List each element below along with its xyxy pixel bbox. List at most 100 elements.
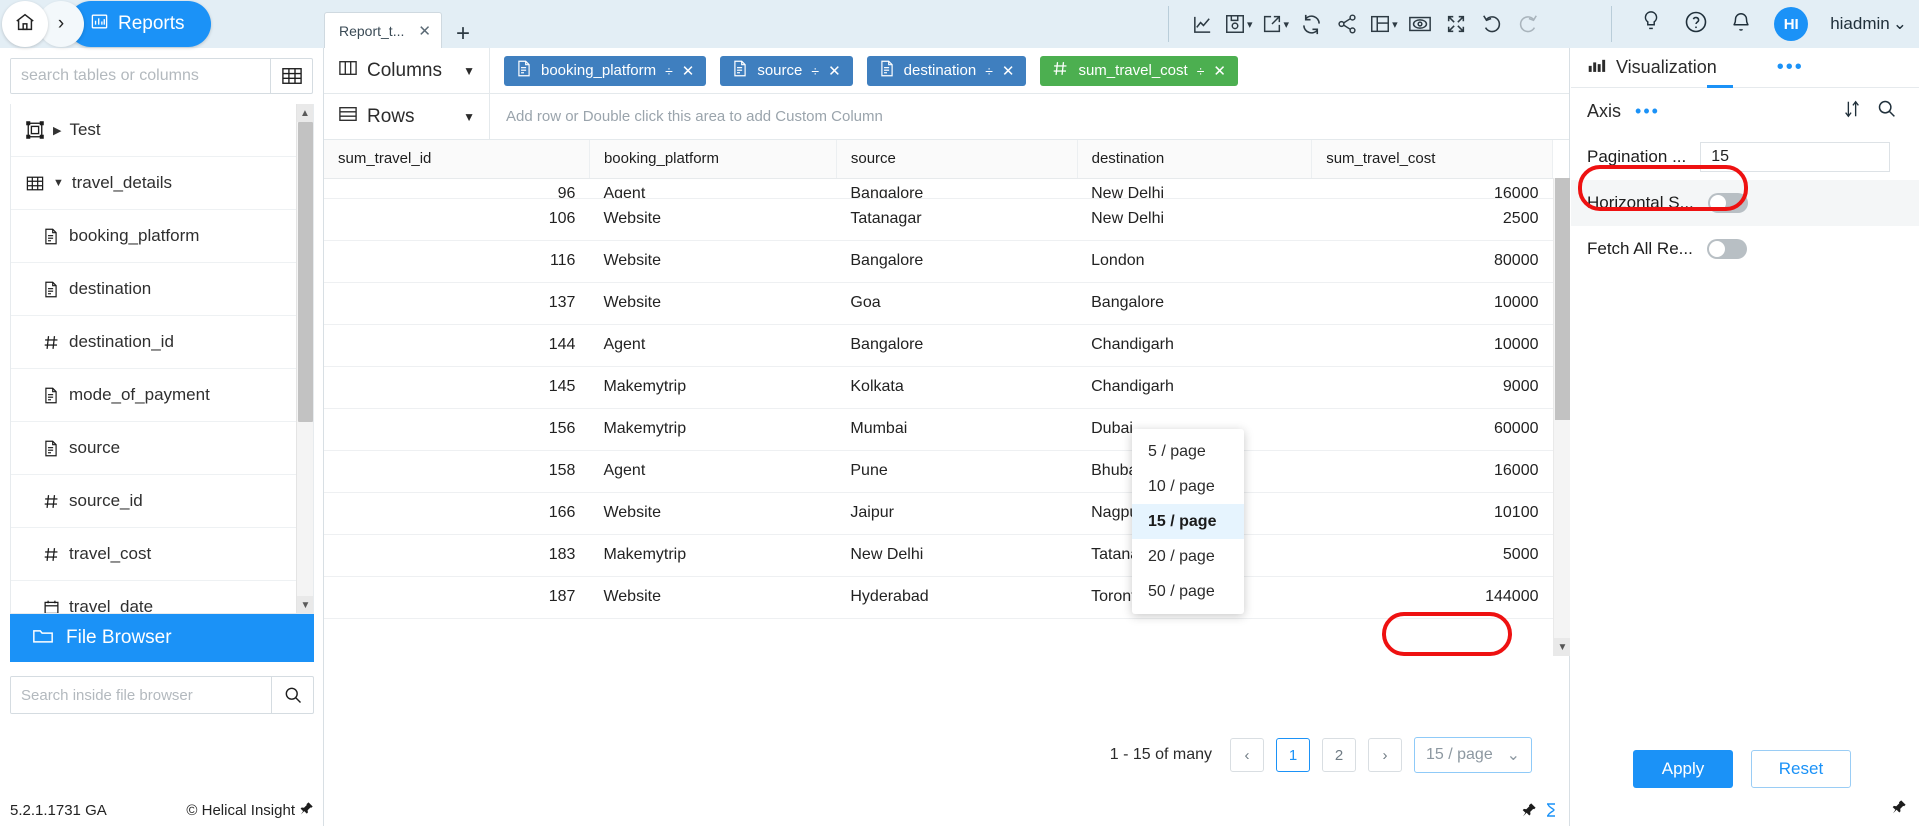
page-size-value: 15 / page (1426, 746, 1493, 763)
column-chip-sum_travel_cost[interactable]: sum_travel_cost ÷ ✕ (1040, 55, 1238, 86)
lightbulb-icon[interactable] (1640, 10, 1662, 39)
column-header-sum_travel_id[interactable]: sum_travel_id (324, 140, 590, 179)
tree-item-mode_of_payment[interactable]: mode_of_payment (11, 369, 313, 422)
tree-twisty-icon[interactable]: ▼ (53, 177, 64, 189)
tree-twisty-icon[interactable]: ▶ (53, 124, 61, 137)
aggregate-icon[interactable]: ÷ (985, 63, 993, 79)
page-size-select[interactable]: 15 / page ⌄ (1414, 737, 1532, 773)
breadcrumb-item-reports[interactable]: Reports (68, 1, 211, 47)
column-chip-booking_platform[interactable]: booking_platform ÷ ✕ (504, 55, 707, 86)
save-icon[interactable]: ▾ (1221, 4, 1256, 44)
page-size-option-50[interactable]: 50 / page (1132, 574, 1244, 609)
tree-item-travel_details[interactable]: ▼ travel_details (11, 157, 313, 210)
user-menu[interactable]: hiadmin ⌄ (1830, 14, 1907, 34)
file-browser-search-input[interactable] (11, 677, 271, 713)
search-icon[interactable] (1876, 98, 1897, 124)
prev-page-button[interactable]: ‹ (1230, 738, 1264, 772)
grid-vertical-scrollbar[interactable]: ▼ (1553, 178, 1570, 656)
pin-icon[interactable] (299, 801, 314, 820)
table-cell: Pune (836, 450, 1078, 493)
close-icon[interactable]: ✕ (682, 62, 695, 80)
axis-more-button[interactable]: ••• (1635, 101, 1660, 122)
close-icon[interactable]: ✕ (828, 62, 841, 80)
table-cell: Website (589, 282, 837, 325)
rows-shelf-label[interactable]: Rows ▼ (332, 93, 490, 140)
scroll-down-icon[interactable]: ▼ (1554, 638, 1570, 656)
scrollbar-thumb[interactable] (298, 122, 313, 422)
column-chip-destination[interactable]: destination ÷ ✕ (866, 55, 1027, 86)
page-size-dropdown-menu[interactable]: 5 / page 10 / page 15 / page 20 / page 50 / … (1132, 429, 1244, 614)
search-tables-input[interactable] (11, 59, 270, 93)
column-header-booking_platform[interactable]: booking_platform (589, 140, 837, 179)
tree-item-travel_cost[interactable]: travel_cost (11, 528, 313, 581)
chevron-down-icon[interactable]: ▼ (463, 110, 475, 124)
tree-scrollbar[interactable]: ▲ ▼ (296, 104, 313, 613)
notification-icon[interactable] (1730, 10, 1752, 39)
table-grid-icon[interactable] (270, 59, 312, 93)
chevron-down-icon[interactable]: ▼ (463, 64, 475, 78)
table-cell: 10100 (1311, 492, 1553, 535)
horizontal-scroll-toggle[interactable] (1707, 193, 1748, 213)
page-button-2[interactable]: 2 (1322, 738, 1356, 772)
scroll-up-icon[interactable]: ▲ (297, 104, 313, 122)
aggregate-icon[interactable]: ÷ (811, 63, 819, 79)
fetch-all-toggle[interactable] (1706, 239, 1747, 259)
page-button-1[interactable]: 1 (1276, 738, 1310, 772)
table-row: 116 Website Bangalore London 80000 (324, 240, 1553, 283)
scrollbar-thumb[interactable] (1555, 178, 1570, 420)
scroll-down-icon[interactable]: ▼ (297, 596, 313, 613)
tree-item-Test[interactable]: ▶ Test (11, 104, 313, 157)
table-cell: Website (589, 198, 837, 241)
layout-icon[interactable]: ▾ (1366, 4, 1401, 44)
page-size-option-15[interactable]: 15 / page (1132, 504, 1244, 539)
columns-shelf-label[interactable]: Columns ▼ (332, 47, 490, 94)
avatar[interactable]: HI (1774, 7, 1809, 41)
rows-drop-area[interactable]: Add row or Double click this area to add… (490, 108, 883, 125)
sort-icon[interactable] (1842, 99, 1862, 124)
column-header-sum_travel_cost[interactable]: sum_travel_cost (1311, 140, 1553, 179)
export-icon[interactable]: ▾ (1258, 4, 1293, 44)
close-icon[interactable]: ✕ (1213, 62, 1226, 80)
pin-icon[interactable] (1891, 799, 1907, 820)
tree-item-destination_id[interactable]: destination_id (11, 316, 313, 369)
column-chip-source[interactable]: source ÷ ✕ (720, 55, 853, 86)
tree-item-source_id[interactable]: source_id (11, 475, 313, 528)
tree-item-destination[interactable]: destination (11, 263, 313, 316)
visualization-more-button[interactable]: ••• (1777, 56, 1804, 79)
undo-icon[interactable] (1475, 4, 1509, 44)
close-icon[interactable]: ✕ (418, 22, 431, 40)
fullscreen-icon[interactable] (1439, 4, 1473, 44)
tree-item-travel_date[interactable]: travel_date (11, 581, 313, 613)
home-button[interactable] (2, 1, 48, 47)
preview-icon[interactable] (1403, 4, 1437, 44)
help-icon[interactable] (1684, 10, 1708, 39)
apply-button[interactable]: Apply (1633, 750, 1733, 788)
pagination-size-input[interactable] (1700, 142, 1891, 172)
add-tab-button[interactable]: + (456, 20, 470, 48)
copyright-label: © Helical Insight (186, 802, 295, 819)
redo-icon[interactable] (1511, 4, 1545, 44)
tree-item-source[interactable]: source (11, 422, 313, 475)
tree-item-booking_platform[interactable]: booking_platform (11, 210, 313, 263)
report-tab[interactable]: Report_t... ✕ (324, 12, 442, 48)
sidebar-item-file-browser[interactable]: File Browser (10, 614, 314, 662)
share-icon[interactable] (1330, 4, 1364, 44)
column-header-destination[interactable]: destination (1077, 140, 1313, 179)
chart-icon[interactable] (1185, 4, 1219, 44)
refresh-icon[interactable] (1294, 4, 1328, 44)
page-size-option-20[interactable]: 20 / page (1132, 539, 1244, 574)
aggregate-icon[interactable]: ÷ (1197, 63, 1205, 79)
file-browser-search-box (10, 676, 314, 714)
next-page-button[interactable]: › (1368, 738, 1402, 772)
page-size-option-5[interactable]: 5 / page (1132, 434, 1244, 469)
page-size-option-10[interactable]: 10 / page (1132, 469, 1244, 504)
filter-icon[interactable] (1545, 802, 1557, 822)
aggregate-icon[interactable]: ÷ (665, 63, 673, 79)
breadcrumb-separator-label: › (57, 13, 65, 34)
reset-button[interactable]: Reset (1751, 750, 1851, 788)
pin-icon[interactable] (1521, 802, 1537, 822)
tree-item-label: travel_details (71, 173, 173, 192)
column-header-source[interactable]: source (836, 140, 1078, 179)
search-icon[interactable] (271, 677, 313, 713)
close-icon[interactable]: ✕ (1002, 62, 1015, 80)
